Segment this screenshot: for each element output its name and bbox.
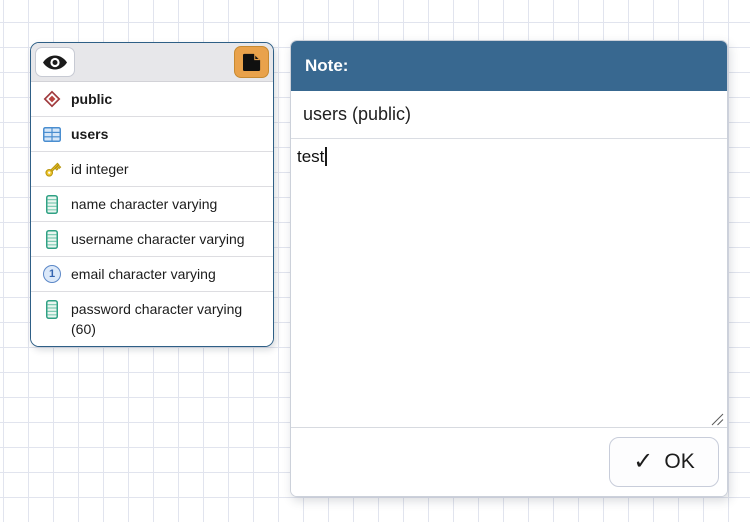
resize-grip-icon[interactable] <box>711 411 724 424</box>
note-textarea[interactable]: test <box>291 139 727 427</box>
schema-row: public <box>31 82 273 117</box>
column-label: password character varying (60) <box>71 299 245 339</box>
note-icon <box>241 52 262 73</box>
note-dialog-subtitle: users (public) <box>291 91 727 139</box>
column-row-name: name character varying <box>31 187 273 222</box>
column-label: email character varying <box>71 264 245 284</box>
column-icon <box>42 299 62 319</box>
show-details-button[interactable] <box>35 47 75 77</box>
column-row-email: 1 email character varying <box>31 257 273 292</box>
table-grid-icon <box>42 124 62 144</box>
column-label: id integer <box>71 159 245 179</box>
column-icon <box>42 229 62 249</box>
table-node-users[interactable]: public users <box>30 42 274 347</box>
table-name-row: users <box>31 117 273 152</box>
note-dialog-title: Note: <box>291 41 727 91</box>
column-row-id: id integer <box>31 152 273 187</box>
column-row-username: username character varying <box>31 222 273 257</box>
note-text: test <box>297 147 324 166</box>
primary-key-icon <box>42 159 62 179</box>
note-button[interactable] <box>234 46 269 78</box>
text-caret <box>325 147 327 166</box>
eye-icon <box>43 55 67 70</box>
unique-key-icon: 1 <box>42 264 62 284</box>
ok-button-label: OK <box>664 450 694 474</box>
column-label: username character varying <box>71 229 245 249</box>
table-node-toolbar <box>31 43 273 82</box>
note-dialog: Note: users (public) test ✓ OK <box>290 40 728 497</box>
note-dialog-footer: ✓ OK <box>291 427 727 496</box>
table-name: users <box>71 124 245 144</box>
schema-name: public <box>71 89 245 109</box>
column-row-password: password character varying (60) <box>31 292 273 346</box>
schema-diamond-icon <box>42 89 62 109</box>
column-label: name character varying <box>71 194 245 214</box>
ok-button[interactable]: ✓ OK <box>609 437 719 487</box>
column-icon <box>42 194 62 214</box>
check-icon: ✓ <box>633 450 653 474</box>
